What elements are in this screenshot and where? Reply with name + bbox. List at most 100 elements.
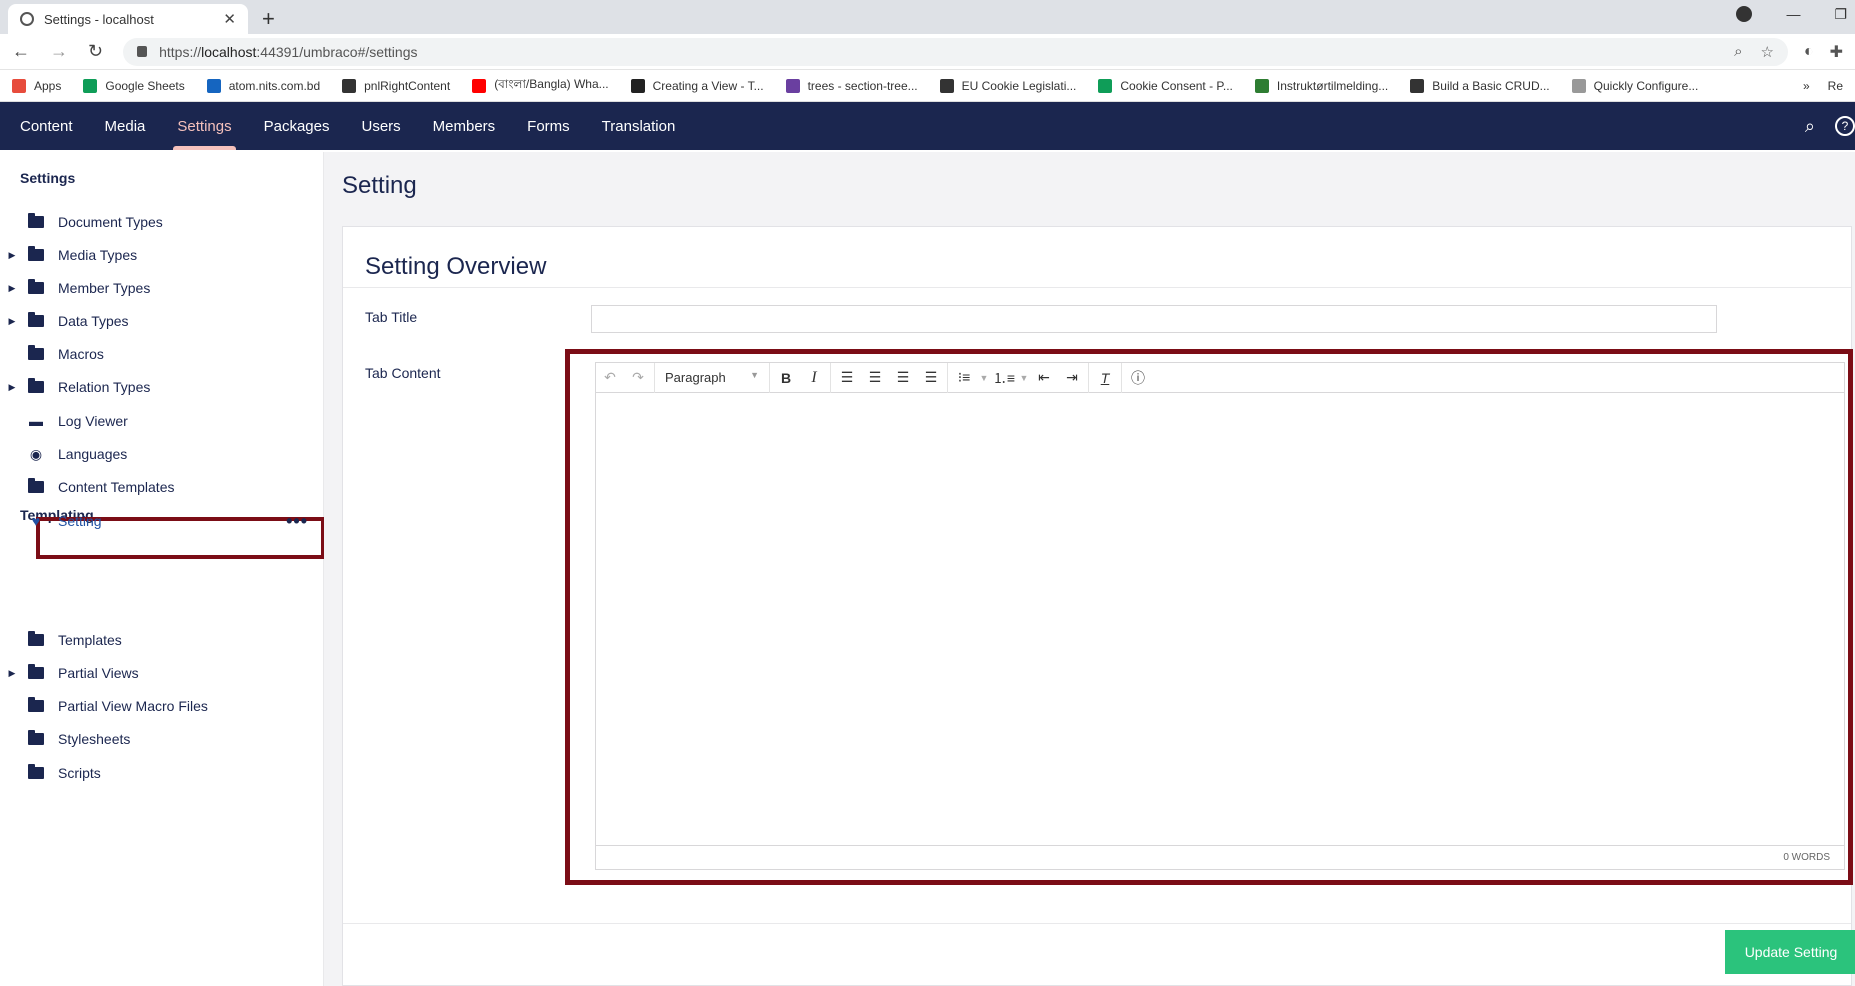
close-tab-icon[interactable]: ✕ xyxy=(223,10,236,28)
tree-item-label: Partial Views xyxy=(58,665,139,681)
profile-icon[interactable] xyxy=(1736,6,1753,22)
globe-icon xyxy=(20,12,34,26)
bookmark-star-icon[interactable]: ☆ xyxy=(1760,43,1773,61)
update-setting-button[interactable]: Update Setting xyxy=(1725,930,1855,974)
align-right-icon[interactable]: ☰ xyxy=(889,369,917,386)
bookmark-item[interactable]: Creating a View - T... xyxy=(630,78,764,93)
nav-item-settings[interactable]: Settings xyxy=(161,102,247,150)
bookmark-item[interactable]: Build a Basic CRUD... xyxy=(1410,78,1550,93)
tree-item-relation-types[interactable]: ▶ Relation Types xyxy=(0,371,324,403)
nav-item-forms[interactable]: Forms xyxy=(511,102,586,150)
restore-icon[interactable]: ❐ xyxy=(1834,6,1847,23)
tree-item-content-templates[interactable]: Content Templates xyxy=(0,471,324,503)
justify-icon[interactable]: ☰ xyxy=(917,369,945,386)
bookmark-item[interactable]: trees - section-tree... xyxy=(785,78,918,93)
tree-item-partial-views[interactable]: ▶ Partial Views xyxy=(0,657,324,689)
forward-icon[interactable]: → xyxy=(50,41,68,62)
heart-icon: ♥ xyxy=(31,513,41,529)
tree-item-media-types[interactable]: ▶ Media Types xyxy=(0,239,324,271)
align-center-icon[interactable]: ☰ xyxy=(861,369,889,386)
numbered-list-icon[interactable]: ⒈≡ xyxy=(990,368,1018,388)
folder-icon xyxy=(28,246,44,261)
setting-overview-panel: Setting Overview Tab Title Tab Content ↶… xyxy=(342,226,1853,986)
nav-item-content[interactable]: Content xyxy=(4,102,89,150)
new-tab-icon[interactable]: + xyxy=(262,6,275,32)
rich-text-editor: ↶ ↷ Paragraph ▼ B I ☰ ☰ ☰ ☰ ⁝≡ ▼ ⒈≡ ▼ ⇤ … xyxy=(595,362,1845,870)
tree-item-macros[interactable]: Macros xyxy=(0,338,324,370)
outdent-icon[interactable]: ⇤ xyxy=(1030,369,1058,386)
bookmark-item[interactable]: Instruktørtilmelding... xyxy=(1254,78,1388,93)
align-left-icon[interactable]: ☰ xyxy=(833,369,861,386)
tree-item-partial-view-macro-files[interactable]: Partial View Macro Files xyxy=(0,690,324,722)
extension-icon[interactable]: ◐ xyxy=(1804,43,1814,61)
bookmark-icon xyxy=(1410,78,1425,93)
tab-title-input[interactable] xyxy=(591,305,1717,333)
tree-item-templates[interactable]: Templates xyxy=(0,624,324,656)
expand-caret-icon[interactable]: ▶ xyxy=(6,316,18,327)
tree-item-scripts[interactable]: Scripts xyxy=(0,757,324,789)
tree-item-stylesheets[interactable]: Stylesheets xyxy=(0,723,324,755)
bookmark-item[interactable]: Quickly Configure... xyxy=(1571,78,1698,93)
chevron-down-icon[interactable]: ▼ xyxy=(978,373,990,383)
format-select-value: Paragraph xyxy=(665,370,726,385)
format-select[interactable]: Paragraph ▼ xyxy=(657,370,767,385)
bookmark-label: Cookie Consent - P... xyxy=(1120,78,1233,93)
back-icon[interactable]: ← xyxy=(12,41,30,62)
bold-icon[interactable]: B xyxy=(772,370,800,386)
nav-item-users[interactable]: Users xyxy=(345,102,416,150)
section-navigation: Content Media Settings Packages Users Members… xyxy=(0,102,1855,150)
expand-caret-icon[interactable]: ▶ xyxy=(6,668,18,679)
tree-item-setting[interactable]: ♥ Setting ••• xyxy=(0,505,324,537)
bullet-list-icon[interactable]: ⁝≡ xyxy=(950,369,978,386)
more-bookmarks-icon[interactable]: » xyxy=(1803,79,1810,93)
main-area: Settings Templating Document Types ▶ Media… xyxy=(0,152,1855,986)
tree-item-log-viewer[interactable]: ▬ Log Viewer xyxy=(0,405,324,437)
tree-item-data-types[interactable]: ▶ Data Types xyxy=(0,305,324,337)
italic-icon[interactable]: I xyxy=(800,369,828,387)
reload-icon[interactable]: ↻ xyxy=(88,41,103,62)
bookmark-icon xyxy=(1571,78,1586,93)
address-bar[interactable]: https://localhost:44391/umbraco#/setting… xyxy=(123,37,1788,66)
nav-item-media[interactable]: Media xyxy=(89,102,162,150)
editor-area: Setting Setting Overview Tab Title Tab C… xyxy=(324,152,1855,986)
search-icon[interactable]: ⌕ xyxy=(1805,116,1815,137)
browser-tab[interactable]: Settings - localhost ✕ xyxy=(8,4,248,34)
nav-item-translation[interactable]: Translation xyxy=(586,102,692,150)
more-actions-icon[interactable]: ••• xyxy=(286,511,308,532)
bookmark-item[interactable]: atom.nits.com.bd xyxy=(206,78,321,93)
bookmark-item[interactable]: Apps xyxy=(12,78,61,93)
expand-caret-icon[interactable]: ▶ xyxy=(6,250,18,261)
panel-title: Setting Overview xyxy=(365,253,547,280)
bookmark-item[interactable]: Google Sheets xyxy=(83,78,185,93)
bookmark-item[interactable]: EU Cookie Legislati... xyxy=(939,78,1076,93)
help-icon[interactable]: ? xyxy=(1835,116,1855,136)
nav-item-packages[interactable]: Packages xyxy=(248,102,346,150)
reading-list-button[interactable]: Re xyxy=(1828,79,1843,93)
bookmark-item[interactable]: pnlRightContent xyxy=(342,78,451,93)
indent-icon[interactable]: ⇥ xyxy=(1058,369,1086,386)
clear-formatting-icon[interactable]: T xyxy=(1091,370,1119,386)
minimize-icon[interactable]: — xyxy=(1786,6,1800,23)
bookmark-item[interactable]: Cookie Consent - P... xyxy=(1098,78,1233,93)
tree-item-languages[interactable]: ◉ Languages xyxy=(0,438,324,470)
expand-caret-icon[interactable]: ▶ xyxy=(6,382,18,393)
puzzle-icon[interactable]: ✚ xyxy=(1830,42,1843,62)
bookmark-label: pnlRightContent xyxy=(364,78,451,93)
editor-content[interactable] xyxy=(596,393,1844,845)
tree-item-member-types[interactable]: ▶ Member Types xyxy=(0,272,324,304)
tree-item-document-types[interactable]: Document Types xyxy=(0,206,324,238)
redo-icon[interactable]: ↷ xyxy=(624,369,652,386)
url-text[interactable]: https://localhost:44391/umbraco#/setting… xyxy=(159,44,1716,60)
expand-caret-icon[interactable]: ▶ xyxy=(6,283,18,294)
undo-icon[interactable]: ↶ xyxy=(596,369,624,386)
tree-item-label: Log Viewer xyxy=(58,413,128,429)
bookmark-label: atom.nits.com.bd xyxy=(228,78,321,93)
nav-item-members[interactable]: Members xyxy=(417,102,512,150)
bookmark-item[interactable]: (বাংলা/Bangla) Wha... xyxy=(472,76,609,96)
help-circle-icon[interactable]: ⓘ xyxy=(1124,368,1152,388)
bookmark-icon xyxy=(342,78,357,93)
chevron-down-icon[interactable]: ▼ xyxy=(1018,373,1030,383)
folder-icon xyxy=(28,764,44,779)
tree-item-label: Content Templates xyxy=(58,479,175,495)
zoom-icon[interactable]: ⌕ xyxy=(1734,43,1742,60)
